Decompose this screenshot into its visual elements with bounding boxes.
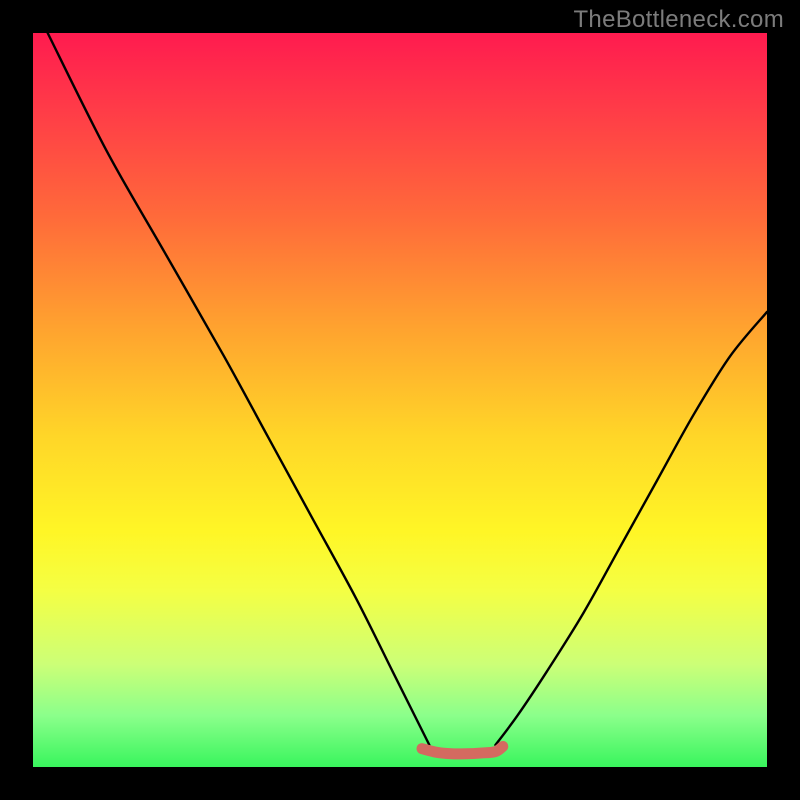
watermark-text: TheBottleneck.com [573, 6, 784, 34]
left-curve-path [48, 33, 430, 745]
flat-bottom-band [422, 746, 503, 753]
chart-frame: TheBottleneck.com [0, 0, 800, 800]
chart-svg [33, 33, 767, 767]
right-curve-path [495, 312, 767, 745]
plot-area [33, 33, 767, 767]
